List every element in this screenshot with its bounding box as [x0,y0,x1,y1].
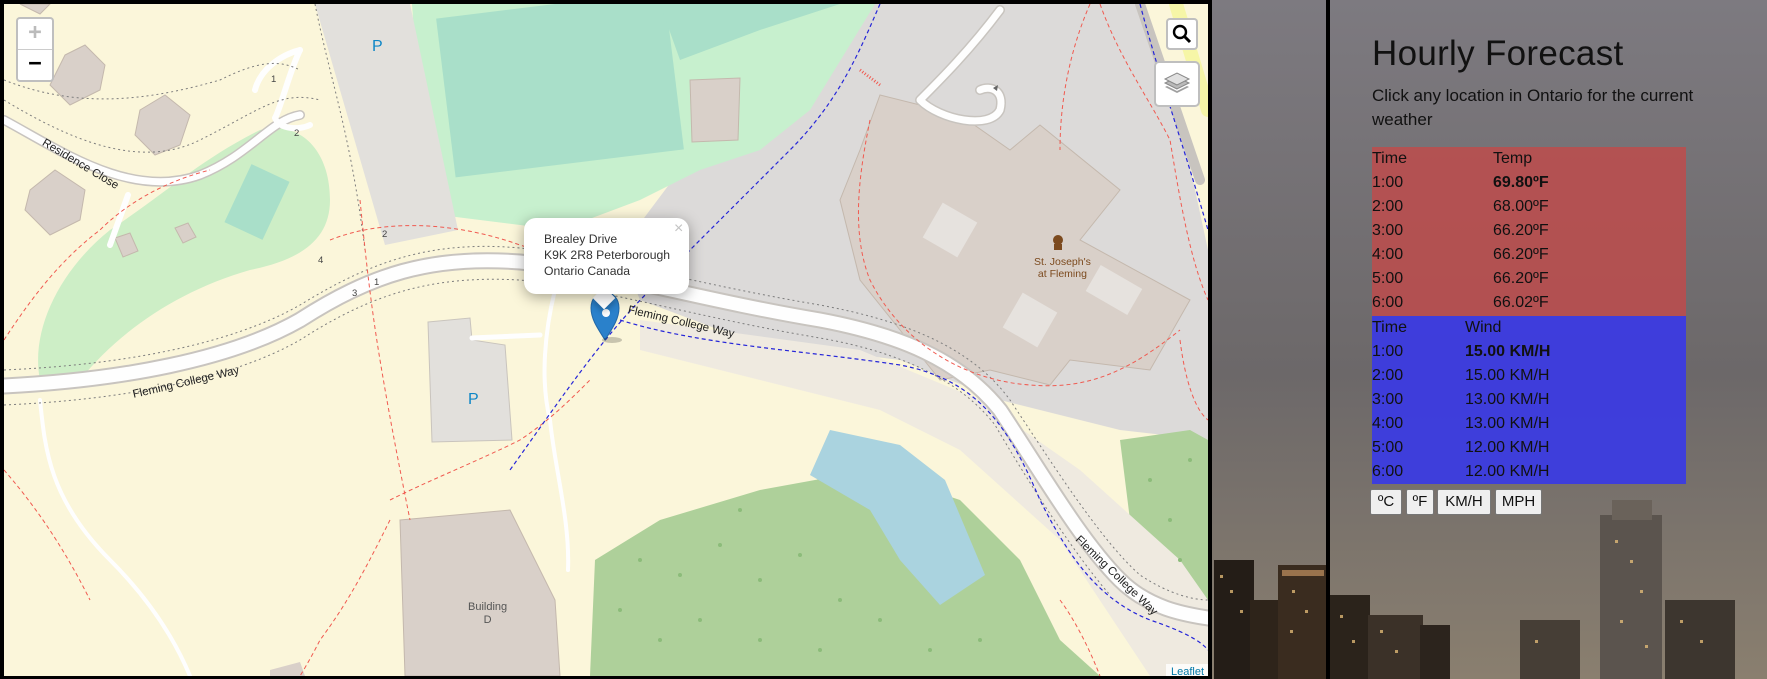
house-number: 4 [318,255,324,266]
map[interactable]: Residence Close Fleming College Way Flem… [0,0,1212,679]
row-time: 6:00 [1372,294,1404,311]
zoom-out-button[interactable]: − [18,50,52,80]
temperature-table: Time Temp 1:00 69.80ºF 2:00 68.00ºF 3:00… [1372,147,1686,316]
map-tiles[interactable] [4,4,1208,676]
table-row: 1:00 15.00 KM/H [1372,340,1686,364]
panel-divider [1326,0,1330,679]
house-number: 1 [374,277,380,288]
row-wind: 12.00 KM/H [1465,439,1550,456]
table-header: Time Temp [1372,147,1686,171]
header-time: Time [1372,319,1407,336]
popup-line: K9K 2R8 Peterborough [544,248,671,262]
mph-button[interactable]: MPH [1495,489,1542,515]
poi-label: St. Joseph's at Fleming [1034,256,1091,280]
row-temp: 66.02ºF [1493,294,1549,311]
row-time: 1:00 [1372,174,1404,191]
popup-line: Ontario Canada [544,264,631,278]
house-number: 2 [294,128,300,139]
table-row: 4:00 66.20ºF [1372,243,1686,267]
kmh-button[interactable]: KM/H [1437,489,1491,515]
popup-line: Brealey Drive [544,232,618,246]
table-row: 1:00 69.80ºF [1372,171,1686,195]
search-icon [1172,24,1192,44]
table-row: 3:00 66.20ºF [1372,219,1686,243]
header-temp: Temp [1493,150,1533,167]
row-time: 2:00 [1372,198,1404,215]
wind-table: Time Wind 1:00 15.00 KM/H 2:00 15.00 KM/… [1372,316,1686,484]
row-wind: 13.00 KM/H [1465,415,1550,432]
table-row: 5:00 12.00 KM/H [1372,436,1686,460]
layers-button[interactable] [1154,61,1200,107]
row-time: 3:00 [1372,391,1404,408]
row-time: 2:00 [1372,367,1404,384]
table-row: 2:00 15.00 KM/H [1372,364,1686,388]
table-row: 6:00 12.00 KM/H [1372,460,1686,484]
row-time: 4:00 [1372,246,1404,263]
zoom-control: + − [16,17,54,82]
row-wind: 15.00 KM/H [1465,343,1551,360]
forecast-title: Hourly Forecast [1372,34,1624,73]
row-time: 1:00 [1372,343,1404,360]
row-wind: 15.00 KM/H [1465,367,1550,384]
table-row: 4:00 13.00 KM/H [1372,412,1686,436]
close-icon[interactable]: × [674,220,683,238]
row-temp: 66.20ºF [1493,246,1549,263]
attribution-link[interactable]: Leaflet [1166,664,1208,676]
zoom-in-button[interactable]: + [18,19,52,50]
row-time: 4:00 [1372,415,1404,432]
location-popup: Brealey Drive K9K 2R8 Peterborough Ontar… [524,218,689,294]
house-number: 2 [382,229,388,240]
header-time: Time [1372,150,1407,167]
table-row: 2:00 68.00ºF [1372,195,1686,219]
row-temp: 69.80ºF [1493,174,1549,191]
table-header: Time Wind [1372,316,1686,340]
parking-label: P [372,38,383,55]
table-row: 3:00 13.00 KM/H [1372,388,1686,412]
parking-label: P [468,391,479,408]
search-button[interactable] [1166,18,1198,50]
row-temp: 66.20ºF [1493,222,1549,239]
poi-icon [1053,235,1063,250]
header-wind: Wind [1465,319,1502,336]
fahrenheit-button[interactable]: ºF [1406,489,1434,515]
layers-icon [1163,72,1191,93]
row-time: 6:00 [1372,463,1404,480]
row-wind: 12.00 KM/H [1465,463,1550,480]
house-number: 1 [271,74,277,85]
row-time: 5:00 [1372,439,1404,456]
row-wind: 13.00 KM/H [1465,391,1550,408]
house-number: 3 [352,288,358,299]
celsius-button[interactable]: ºC [1370,489,1402,515]
row-temp: 68.00ºF [1493,198,1549,215]
row-time: 5:00 [1372,270,1404,287]
row-temp: 66.20ºF [1493,270,1549,287]
row-time: 3:00 [1372,222,1404,239]
forecast-subtitle: Click any location in Ontario for the cu… [1372,86,1694,129]
table-row: 5:00 66.20ºF [1372,267,1686,291]
building-label: Building D [468,601,508,626]
table-row: 6:00 66.02ºF [1372,291,1686,315]
